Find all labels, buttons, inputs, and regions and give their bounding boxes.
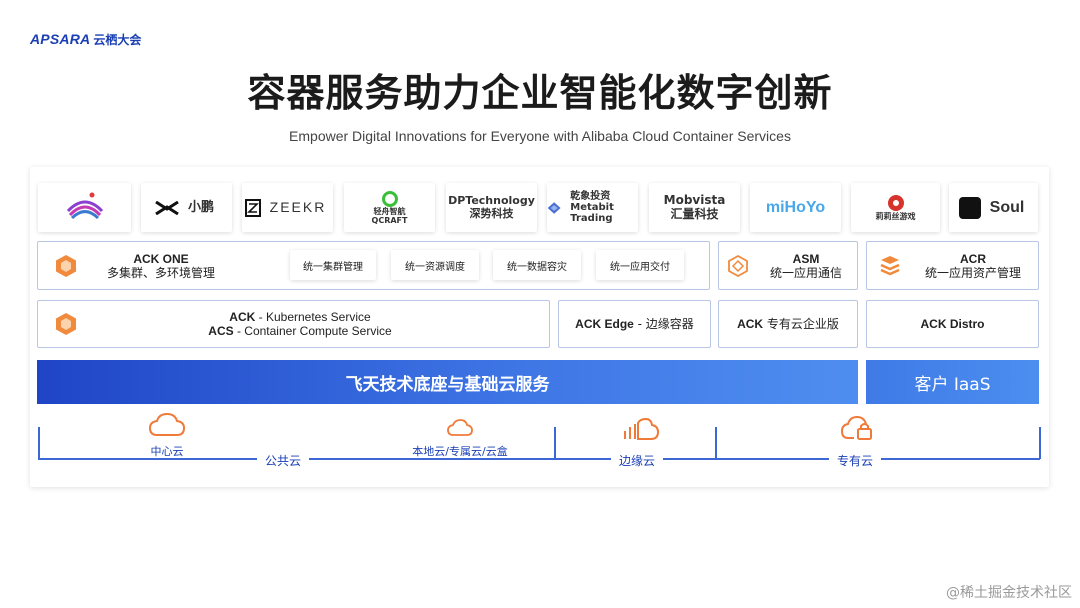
logo-label: 小鹏: [187, 199, 214, 215]
bracket-tick: [38, 427, 40, 459]
asm-name: ASM: [792, 252, 820, 266]
ack-private-name: ACK: [737, 317, 764, 331]
logo-label: miHoYo: [765, 198, 826, 216]
brand-logo: APSARA 云栖大会: [30, 30, 141, 48]
ack-one-label: ACK ONE 多集群、多环境管理: [95, 252, 227, 280]
registry-stack-icon: [880, 256, 900, 276]
logo-mobvista: Mobvista 汇量科技: [649, 183, 740, 232]
public-cloud-group-label: 公共云: [257, 452, 310, 469]
brand-latin: APSARA: [30, 31, 91, 47]
local-cloud-label: 本地云/专属云/云盒: [412, 445, 508, 458]
cube-icon: [56, 255, 76, 277]
bracket-tick: [715, 427, 717, 459]
zeekr-mark-icon: [244, 198, 261, 217]
bracket-tick: [1039, 427, 1041, 459]
logo-zeekr: ZEEKR: [242, 183, 333, 232]
asm-desc: 统一应用通信: [769, 266, 842, 280]
edge-cloud-icon: [624, 417, 660, 440]
ack-label: ACK - Kubernetes Service ACS - Container…: [180, 310, 420, 338]
acs-name: ACS: [208, 324, 234, 338]
logo-mihoyo: miHoYo: [750, 183, 841, 232]
logo-lilith: 莉莉丝游戏: [851, 183, 940, 232]
logo-label: DPTechnology 深势科技: [448, 194, 535, 220]
ack-distro-name: ACK Distro: [920, 317, 985, 331]
chip-resource-scheduling: 统一资源调度: [391, 250, 479, 280]
acs-desc: - Container Compute Service: [233, 324, 392, 338]
service-mesh-icon: [728, 254, 748, 278]
private-cloud-group-label: 专有云: [829, 452, 882, 469]
ack-private-label: ACK 专有云企业版: [718, 317, 858, 331]
ack-private-desc: 专有云企业版: [763, 317, 839, 331]
local-cloud-icon: [447, 419, 473, 436]
edge-cloud-group-label: 边缘云: [611, 452, 664, 469]
xpeng-mark-icon: [155, 200, 179, 215]
logo-metabit: 乾象投资 Metabit Trading: [547, 183, 638, 232]
logo-hangzhou-2022: [38, 183, 131, 232]
logo-label: 轻舟智航 QCRAFT: [371, 206, 408, 225]
asm-label: ASM 统一应用通信: [758, 252, 854, 280]
infrastructure-bar: 飞天技术底座与基础云服务: [37, 360, 858, 404]
customer-iaas-bar: 客户 IaaS: [866, 360, 1039, 404]
hangzhou-emblem-icon: [66, 192, 103, 219]
logo-label: 莉莉丝游戏: [875, 211, 916, 221]
brand-cn: 云栖大会: [93, 32, 142, 47]
page-subtitle: Empower Digital Innovations for Everyone…: [289, 128, 791, 144]
bracket-tick: [554, 427, 556, 459]
center-cloud-label: 中心云: [150, 445, 184, 458]
ack-one-name: ACK ONE: [133, 252, 189, 266]
cube-icon: [56, 313, 76, 335]
logo-label: Mobvista 汇量科技: [663, 193, 726, 221]
private-cloud-lock-icon: [840, 415, 872, 440]
ack-desc: - Kubernetes Service: [255, 310, 371, 324]
chip-cluster-management: 统一集群管理: [290, 250, 376, 280]
page-title: 容器服务助力企业智能化数字创新: [247, 71, 833, 115]
acr-desc: 统一应用资产管理: [924, 266, 1021, 280]
chip-data-disaster-recovery: 统一数据容灾: [493, 250, 581, 280]
logo-soul: Soul: [949, 183, 1038, 232]
soul-mark-icon: [958, 196, 981, 219]
acr-name: ACR: [960, 252, 986, 266]
watermark: @稀土掘金技术社区: [946, 585, 1072, 601]
center-cloud-icon: [148, 412, 186, 436]
ack-one-desc: 多集群、多环境管理: [106, 266, 215, 280]
ack-distro-label: ACK Distro: [866, 317, 1039, 331]
logo-label: ZEEKR: [269, 199, 327, 216]
ack-edge-desc: - 边缘容器: [633, 317, 694, 331]
ack-edge-name: ACK Edge: [575, 317, 634, 331]
logo-label: Soul: [989, 198, 1025, 216]
logo-qcraft: 轻舟智航 QCRAFT: [344, 183, 435, 232]
qcraft-mark-icon: [381, 190, 398, 207]
chip-app-delivery: 统一应用交付: [596, 250, 684, 280]
lilith-mark-icon: [887, 194, 904, 211]
logo-dptechnology: DPTechnology 深势科技: [446, 183, 537, 232]
metabit-mark-icon: [547, 201, 561, 214]
acr-label: ACR 统一应用资产管理: [912, 252, 1034, 280]
logo-xpeng: 小鹏: [141, 183, 232, 232]
ack-edge-label: ACK Edge - 边缘容器: [558, 317, 711, 331]
ack-name: ACK: [229, 310, 256, 324]
logo-label: 乾象投资 Metabit Trading: [570, 191, 614, 224]
